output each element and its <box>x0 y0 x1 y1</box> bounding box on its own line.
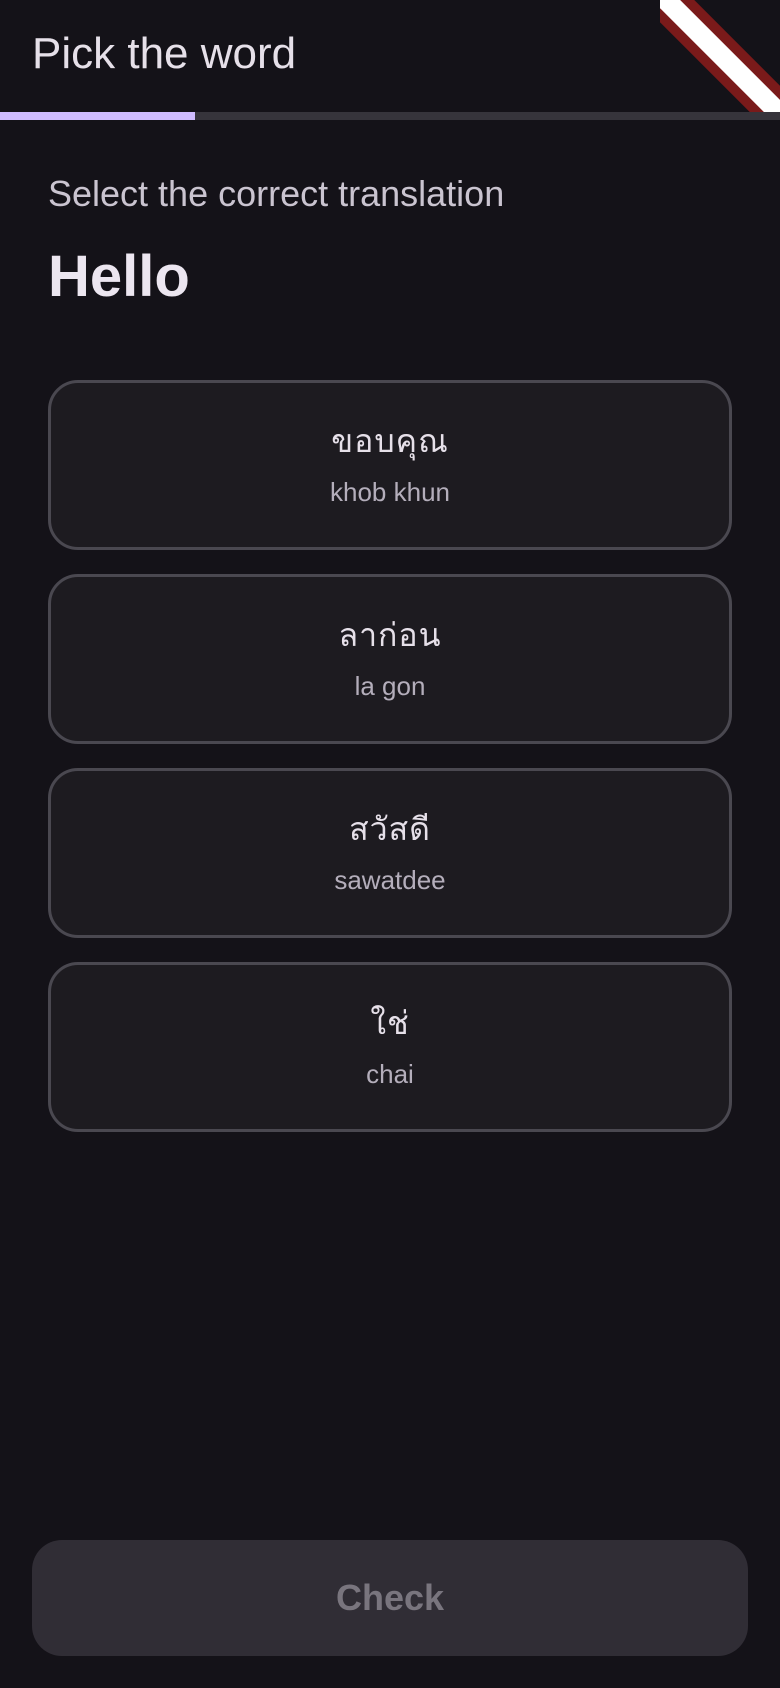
option-romanization: khob khun <box>330 477 450 507</box>
question-prompt: Select the correct translation <box>48 173 505 214</box>
answer-option[interactable]: ใช่ chai <box>48 962 732 1132</box>
option-native-text: สวัสดี <box>349 810 431 848</box>
option-romanization: sawatdee <box>334 865 446 895</box>
option-romanization: chai <box>366 1059 414 1089</box>
option-native-text: ลาก่อน <box>338 616 442 654</box>
answer-option[interactable]: ขอบคุณ khob khun <box>48 380 732 550</box>
answer-option[interactable]: สวัสดี sawatdee <box>48 768 732 938</box>
check-button[interactable]: Check <box>32 1540 748 1656</box>
option-native-text: ใช่ <box>370 1004 410 1042</box>
lesson-progress-fill <box>0 112 195 120</box>
option-native-text: ขอบคุณ <box>331 422 449 460</box>
lesson-progress-bar <box>0 112 780 120</box>
debug-banner <box>660 0 780 120</box>
option-romanization: la gon <box>354 671 426 701</box>
answer-options: ขอบคุณ khob khun ลาก่อน la gon สวัสดี sa… <box>48 380 732 1156</box>
debug-banner-band <box>660 0 780 120</box>
answer-option[interactable]: ลาก่อน la gon <box>48 574 732 744</box>
app-bar: Pick the word <box>0 0 780 120</box>
target-word: Hello <box>48 244 190 309</box>
page-title: Pick the word <box>32 29 297 78</box>
